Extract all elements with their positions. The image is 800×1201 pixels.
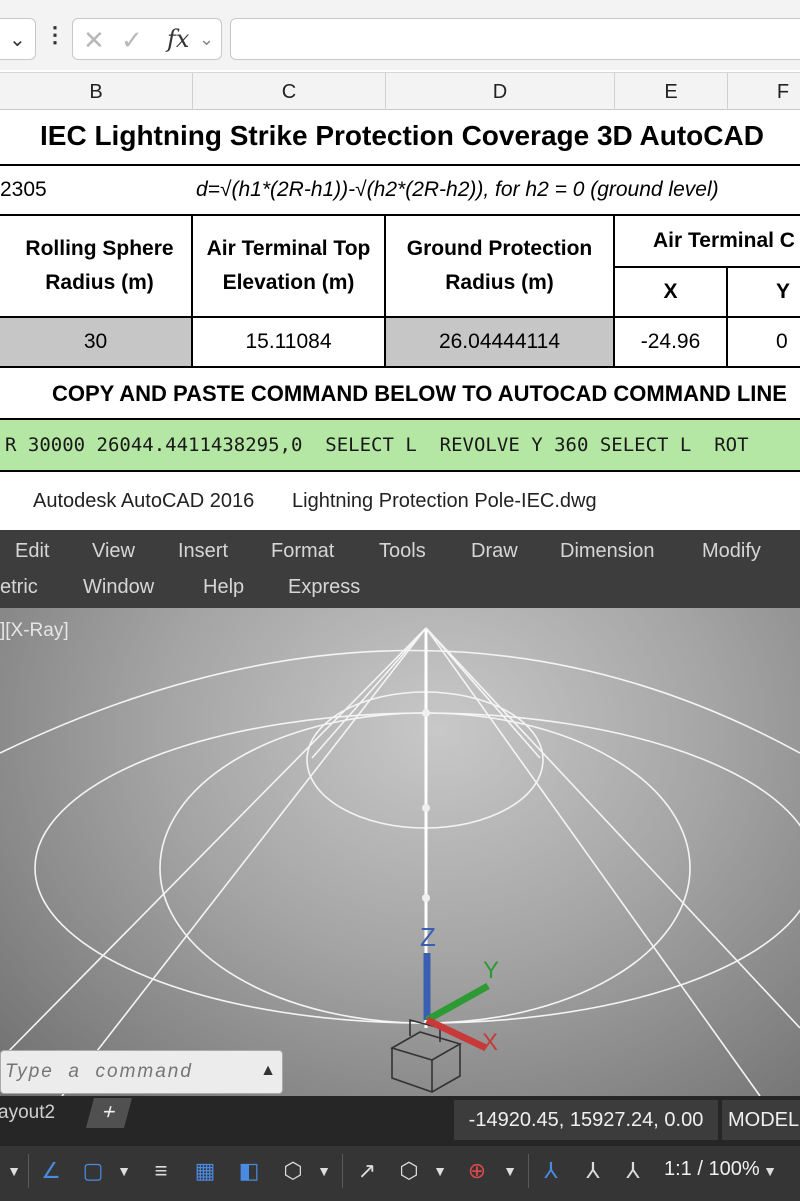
- autocad-title-bar: Autodesk AutoCAD 2016 Lightning Protecti…: [0, 474, 800, 530]
- menu-format[interactable]: Format: [271, 540, 334, 563]
- menu-insert[interactable]: Insert: [178, 540, 228, 563]
- value-ground-protection[interactable]: 26.04444114: [386, 318, 615, 368]
- column-header-b[interactable]: B: [0, 73, 193, 111]
- coordinates-readout[interactable]: -14920.45, 15927.24, 0.00: [454, 1100, 718, 1140]
- chevron-down-icon[interactable]: ⌄: [199, 29, 214, 50]
- menu-draw[interactable]: Draw: [471, 540, 518, 563]
- column-header-d[interactable]: D: [386, 73, 615, 111]
- command-line[interactable]: ▲: [0, 1050, 283, 1094]
- chevron-down-icon[interactable]: ▼: [116, 1154, 132, 1188]
- annotation-visibility-icon[interactable]: ⅄: [536, 1154, 566, 1188]
- header-rolling-sphere[interactable]: Rolling Sphere Radius (m): [0, 216, 193, 318]
- cancel-icon[interactable]: ✕: [83, 25, 105, 56]
- command-text: R 30000 26044.4411438295,0 SELECT L REVO…: [5, 434, 749, 456]
- menu-dimension[interactable]: Dimension: [560, 540, 654, 563]
- chevron-down-icon[interactable]: ▼: [316, 1154, 332, 1188]
- chevron-down-icon[interactable]: ▼: [762, 1154, 778, 1188]
- command-input[interactable]: [5, 1060, 255, 1084]
- column-header-c[interactable]: C: [193, 73, 386, 111]
- menu-modify[interactable]: Modify: [702, 540, 761, 563]
- menu-window[interactable]: Window: [83, 576, 154, 599]
- formula-note: d=√(h1*(2R-h1))-√(h2*(2R-h2)), for h2 = …: [196, 178, 719, 201]
- confirm-icon[interactable]: ✓: [121, 25, 143, 56]
- insert-function-icon[interactable]: fx: [167, 25, 189, 53]
- name-box-dropdown[interactable]: ⌄: [0, 18, 36, 60]
- 3d-object-snap-icon[interactable]: ⬡: [278, 1154, 308, 1188]
- dynamic-ucs-icon[interactable]: ↗: [352, 1154, 382, 1188]
- model-space-button[interactable]: MODEL: [722, 1100, 800, 1140]
- app-name: Autodesk AutoCAD 2016: [33, 490, 255, 512]
- sheet-title: IEC Lightning Strike Protection Coverage…: [40, 120, 764, 151]
- column-header-e[interactable]: E: [615, 73, 728, 111]
- column-header-f[interactable]: F: [728, 73, 800, 111]
- object-snap-icon[interactable]: ▢: [78, 1154, 108, 1188]
- add-layout-button[interactable]: +: [85, 1098, 133, 1128]
- menu-edit[interactable]: Edit: [15, 540, 49, 563]
- status-bar: ayout2 + -14920.45, 15927.24, 0.00 MODEL: [0, 1096, 800, 1146]
- gizmo-icon[interactable]: ⬡: [394, 1154, 424, 1188]
- header-air-terminal-coord[interactable]: Air Terminal C: [615, 216, 800, 268]
- annotation-scale-icon[interactable]: ⅄: [618, 1154, 648, 1188]
- formula-buttons: ✕ ✓ fx ⌄: [72, 18, 222, 60]
- menu-tools[interactable]: Tools: [379, 540, 426, 563]
- header-air-terminal-top[interactable]: Air Terminal Top Elevation (m): [193, 216, 386, 318]
- large-ground-circle: [34, 712, 800, 1024]
- selection-cycling-icon[interactable]: ◧: [234, 1154, 264, 1188]
- chevron-down-icon[interactable]: ▼: [6, 1154, 22, 1188]
- polar-tracking-icon[interactable]: ∠: [36, 1154, 66, 1188]
- annotation-monitor-icon[interactable]: ⊕: [462, 1154, 492, 1188]
- tab-layout2[interactable]: ayout2: [0, 1100, 63, 1130]
- formula-bar: ⌄ ⋮ ✕ ✓ fx ⌄: [0, 0, 800, 70]
- z-axis-label: Z: [420, 922, 436, 952]
- command-heading: COPY AND PASTE COMMAND BELOW TO AUTOCAD …: [52, 381, 787, 406]
- lineweight-icon[interactable]: ≡: [146, 1154, 176, 1188]
- column-headers: B C D E F: [0, 72, 800, 111]
- more-options-icon[interactable]: ⋮: [44, 22, 66, 48]
- upper-arc: [0, 649, 800, 754]
- menu-express[interactable]: Express: [288, 576, 360, 599]
- value-y[interactable]: 0: [728, 318, 800, 368]
- drawing-canvas: Z Y X: [0, 627, 800, 1096]
- menu-parametric[interactable]: etric: [0, 576, 38, 599]
- cell-value: 2305: [0, 178, 47, 201]
- chevron-down-icon: ⌄: [9, 29, 26, 51]
- menu-view[interactable]: View: [92, 540, 135, 563]
- chevron-down-icon[interactable]: ▼: [432, 1154, 448, 1188]
- file-name: Lightning Protection Pole-IEC.dwg: [292, 490, 597, 512]
- autocad-menu-bar: Edit View Insert Format Tools Draw Dimen…: [0, 530, 800, 608]
- status-toolbar: ▼ ∠ ▢ ▼ ≡ ▦ ◧ ⬡ ▼ ↗ ⬡ ▼ ⊕ ▼ ⅄ ⅄ ⅄ 1:1 / …: [0, 1146, 800, 1201]
- viewport-visual-style-label[interactable]: ][X-Ray]: [0, 620, 69, 642]
- value-x[interactable]: -24.96: [615, 318, 728, 368]
- menu-help[interactable]: Help: [203, 576, 244, 599]
- value-rolling-sphere[interactable]: 30: [0, 318, 193, 368]
- y-axis-label: Y: [483, 957, 499, 984]
- formula-input[interactable]: [230, 18, 800, 60]
- sheet-title-row[interactable]: IEC Lightning Strike Protection Coverage…: [0, 110, 800, 166]
- command-heading-row[interactable]: COPY AND PASTE COMMAND BELOW TO AUTOCAD …: [0, 368, 800, 420]
- header-y[interactable]: Y: [728, 268, 800, 318]
- transparency-icon[interactable]: ▦: [190, 1154, 220, 1188]
- auto-scale-icon[interactable]: ⅄: [578, 1154, 608, 1188]
- command-text-row[interactable]: R 30000 26044.4411438295,0 SELECT L REVO…: [0, 420, 800, 472]
- chevron-down-icon[interactable]: ▼: [502, 1154, 518, 1188]
- header-ground-protection[interactable]: Ground Protection Radius (m): [386, 216, 615, 318]
- x-axis-label: X: [482, 1029, 498, 1056]
- caret-up-icon[interactable]: ▲: [260, 1062, 276, 1080]
- value-air-terminal-top[interactable]: 15.11084: [193, 318, 386, 368]
- formula-note-row[interactable]: 2305 d=√(h1*(2R-h1))-√(h2*(2R-h2)), for …: [0, 166, 800, 216]
- drawing-viewport[interactable]: Z Y X ][X-Ray]: [0, 608, 800, 1096]
- annotation-scale-ratio[interactable]: 1:1 / 100%: [664, 1158, 760, 1181]
- header-x[interactable]: X: [615, 268, 728, 318]
